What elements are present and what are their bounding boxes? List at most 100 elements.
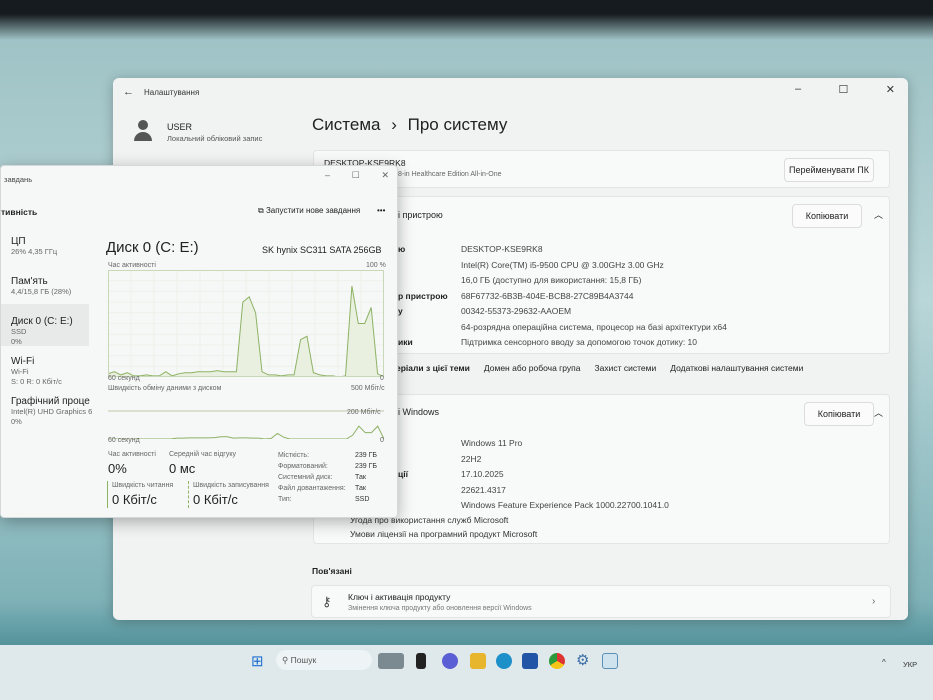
related-links: еріали з цієї теми Домен або робоча груп… [396,363,803,373]
spec-value: Windows Feature Experience Pack 1000.227… [461,500,669,510]
sidebar-item-sub: Wi-Fi [11,367,29,376]
transfer-time-label: 60 секунд [108,437,140,444]
link-system-protection[interactable]: Захист системи [595,363,657,373]
language-indicator[interactable]: УКР [903,660,917,669]
sidebar-item-sub: SSD [11,327,27,336]
page-title: Про систему [407,115,508,134]
transfer-mid-label: 200 Мбіт/с [347,409,381,416]
disk-prop-value: Так [355,485,366,492]
sidebar-item[interactable]: ЦП 26% 4,35 ГГц [11,236,57,257]
file-explorer-icon[interactable] [470,653,486,669]
activity-chart [108,270,384,377]
task-manager-icon[interactable] [602,653,618,669]
minimize-button[interactable]: – [795,83,801,96]
store-icon[interactable] [522,653,538,669]
activity-time-label: 60 секунд [108,375,140,382]
chat-icon[interactable] [442,653,458,669]
chrome-icon[interactable] [549,653,565,669]
section-title: тивність [1,207,38,217]
sidebar-item-value: S: 0 R: 0 Кбіт/с [11,377,62,386]
write-speed-label: Швидкість записування [193,482,269,489]
sidebar-item[interactable]: Пам'ять 4,4/15,8 ГБ (28%) [11,276,71,297]
chevron-up-icon[interactable]: ︿ [874,406,883,419]
settings-gear-icon[interactable]: ⚙ [576,653,592,669]
product-key-item[interactable]: ⚷ Ключ і активація продукту Змінення клю… [311,585,891,618]
sidebar-item[interactable]: Диск 0 (C: E:) SSD 0% [11,316,73,347]
spec-label: ції [398,469,408,479]
sidebar-item-sub: 26% 4,35 ГГц [11,247,58,256]
back-icon[interactable]: ← [123,86,134,98]
windows-specs-card: і Windows Копіювати ︿ Windows 11 Pro 22H2… [313,394,890,544]
close-button[interactable]: ✕ [381,170,389,181]
link-domain-workgroup[interactable]: Домен або робоча група [484,363,581,373]
read-speed-label: Швидкість читання [112,482,174,489]
run-task-label: Запустити нове завдання [265,206,361,215]
avatar [133,120,153,142]
copy-device-specs-button[interactable]: Копіювати [792,204,862,228]
device-specs-card: і пристрою Копіювати ︿ ю DESKTOP-KSE9RK8 I… [313,196,890,354]
weather-widget-icon[interactable] [378,653,404,669]
link-ms-license-terms[interactable]: Умови ліцензії на програмний продукт Mic… [350,529,537,539]
start-button[interactable]: ⊞ [251,652,264,670]
spec-value: 00342-55373-29632-AAOEM [461,306,572,316]
product-key-title: Ключ і активація продукту [348,592,451,602]
more-options-button[interactable]: ••• [377,206,385,215]
link-related-materials[interactable]: еріали з цієї теми [396,363,470,373]
response-time-label: Середній час відгуку [169,451,236,458]
spec-label: р пристрою [398,290,448,301]
disk-prop-label: Тип: [278,496,292,503]
sidebar-item-name: Wi-Fi [11,356,35,367]
transfer-max-label: 500 Мбіт/с [351,385,385,392]
breadcrumb-separator: › [391,115,397,134]
rename-pc-button[interactable]: Перейменувати ПК [784,158,874,182]
window-title: Налаштування [144,88,200,97]
sidebar-item-name: ЦП [11,236,26,247]
search-box[interactable]: ⚲ Пошук [276,650,372,670]
sidebar-item[interactable]: Wi-Fi Wi-Fi S: 0 R: 0 Кбіт/с [11,356,62,387]
disk-prop-value: Так [355,474,366,481]
disk-prop-value: 239 ГБ [355,452,378,459]
chevron-up-icon[interactable]: ︿ [874,208,883,221]
windows-specs-title: і Windows [398,407,440,417]
spec-label: у [398,306,403,316]
related-section-title: Пов'язані [312,566,352,576]
response-time-value: 0 мс [169,461,196,476]
activity-chart-label: Час активності [108,262,156,269]
spec-value: Intel(R) Core(TM) i5-9500 CPU @ 3.00GHz … [461,259,664,270]
close-button[interactable]: ✕ [886,83,895,96]
copy-windows-specs-button[interactable]: Копіювати [804,402,874,426]
sidebar-item-value: 0% [11,417,22,426]
read-speed-value: 0 Кбіт/с [112,492,157,507]
task-view-icon[interactable] [416,653,426,669]
run-new-task-button[interactable]: ⧉ Запустити нове завдання [258,206,360,216]
breadcrumb-system[interactable]: Система [312,115,380,134]
device-specs-title: і пристрою [398,210,443,220]
device-model: 8-in Healthcare Edition All-in-One [398,171,502,178]
spec-value: 68F67732-6B3B-404E-BCB8-27C89B4A3744 [461,290,634,301]
link-advanced-settings[interactable]: Додаткові налаштування системи [670,363,803,373]
edge-icon[interactable] [496,653,512,669]
account-type: Локальний обліковий запис [167,134,263,143]
disk-model: SK hynix SC311 SATA 256GB [262,245,382,255]
disk-prop-label: Місткість: [278,452,310,459]
maximize-button[interactable]: ☐ [352,170,360,181]
disk-prop-label: Файл довантаження: [278,485,346,492]
search-placeholder: Пошук [290,655,317,665]
disk-prop-value: 239 ГБ [355,463,378,470]
minimize-button[interactable]: – [325,170,330,181]
transfer-chart [108,410,384,439]
spec-value: 16,0 ГБ (доступно для використання: 15,8… [461,275,642,285]
product-key-sub: Змінення ключа продукту або оновлення ве… [348,605,532,612]
spec-value: 22H2 [461,453,482,464]
disk-prop-value: SSD [355,496,370,503]
read-indicator [107,481,108,508]
breadcrumb: Система › Про систему [312,115,507,135]
maximize-button[interactable]: ☐ [839,83,849,96]
tray-chevron-icon[interactable]: ^ [882,658,886,667]
taskbar [0,645,933,700]
sidebar-item-sub: 4,4/15,8 ГБ (28%) [11,287,72,296]
spec-value: DESKTOP-KSE9RK8 [461,244,543,254]
spec-value: Підтримка сенсорного вводу за допомогою … [461,337,698,347]
transfer-chart-label: Швидкість обміну даними з диском [108,385,222,392]
sidebar-item[interactable]: Графічний проце Intel(R) UHD Graphics 6 0% [11,396,92,427]
